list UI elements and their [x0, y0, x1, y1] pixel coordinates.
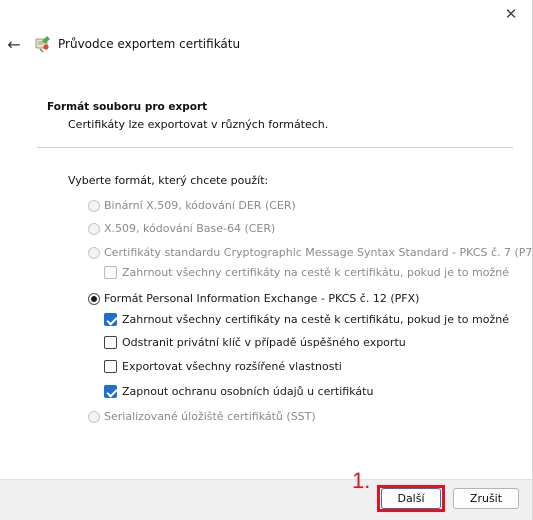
section-subtitle: Certifikáty lze exportovat v různých for…	[68, 118, 329, 131]
close-icon: ✕	[504, 5, 518, 23]
checkbox-pfx-chain[interactable]	[104, 313, 117, 326]
radio-der-label: Binární X.509, kódování DER (CER)	[104, 199, 296, 212]
radio-option-base64[interactable]: X.509, kódování Base-64 (CER)	[88, 222, 275, 235]
checkbox-option-delete-key[interactable]: Odstranit privátní klíč v případě úspěšn…	[104, 336, 406, 349]
radio-sst[interactable]	[88, 410, 100, 423]
radio-base64[interactable]	[88, 222, 100, 235]
radio-sst-label: Serializované úložiště certifikátů (SST)	[104, 410, 316, 423]
checkbox-delete-key-label: Odstranit privátní klíč v případě úspěšn…	[122, 336, 406, 349]
export-wizard-window: ✕ ← Průvodce exportem certifikátu Formát…	[0, 0, 533, 520]
checkbox-export-props-label: Exportovat všechny rozšířené vlastnosti	[122, 360, 342, 373]
radio-pfx[interactable]	[88, 292, 100, 305]
format-prompt: Vyberte formát, který chcete použít:	[68, 174, 269, 187]
checkbox-option-export-props[interactable]: Exportovat všechny rozšířené vlastnosti	[104, 360, 342, 373]
next-button-highlight	[377, 485, 445, 512]
checkbox-privacy[interactable]	[104, 385, 117, 398]
wizard-title: Průvodce exportem certifikátu	[58, 37, 241, 51]
checkbox-export-props[interactable]	[104, 360, 117, 373]
close-button[interactable]: ✕	[496, 2, 526, 26]
back-button[interactable]: ←	[3, 33, 25, 55]
checkbox-privacy-label: Zapnout ochranu osobních údajů u certifi…	[122, 385, 374, 398]
back-arrow-icon: ←	[7, 34, 21, 54]
cancel-button[interactable]: Zrušit	[453, 488, 519, 509]
wizard-header: ← Průvodce exportem certifikátu	[0, 28, 532, 60]
checkbox-pkcs7-chain[interactable]	[104, 266, 117, 279]
checkbox-option-pfx-chain[interactable]: Zahrnout všechny certifikáty na cestě k …	[104, 313, 509, 326]
checkbox-option-pkcs7-chain[interactable]: Zahrnout všechny certifikáty na cestě k …	[104, 266, 509, 279]
radio-pkcs7-label: Certifikáty standardu Cryptographic Mess…	[104, 246, 533, 259]
radio-option-pfx[interactable]: Formát Personal Information Exchange - P…	[88, 292, 419, 305]
radio-der[interactable]	[88, 199, 100, 212]
certificate-wizard-icon	[35, 36, 50, 53]
radio-option-pkcs7[interactable]: Certifikáty standardu Cryptographic Mess…	[88, 246, 533, 259]
section-title: Formát souboru pro export	[47, 101, 208, 113]
radio-base64-label: X.509, kódování Base-64 (CER)	[104, 222, 276, 235]
radio-option-sst[interactable]: Serializované úložiště certifikátů (SST)	[88, 410, 316, 423]
checkbox-pfx-chain-label: Zahrnout všechny certifikáty na cestě k …	[122, 313, 509, 326]
step-annotation: 1.	[352, 468, 371, 493]
radio-pkcs7[interactable]	[88, 246, 100, 259]
section-header: Formát souboru pro export Certifikáty lz…	[0, 90, 532, 148]
section-divider	[37, 147, 513, 148]
radio-pfx-label: Formát Personal Information Exchange - P…	[104, 292, 420, 305]
checkbox-delete-key[interactable]	[104, 336, 117, 349]
radio-option-der[interactable]: Binární X.509, kódování DER (CER)	[88, 199, 296, 212]
checkbox-option-privacy[interactable]: Zapnout ochranu osobních údajů u certifi…	[104, 385, 373, 398]
checkbox-pkcs7-chain-label: Zahrnout všechny certifikáty na cestě k …	[122, 266, 509, 279]
